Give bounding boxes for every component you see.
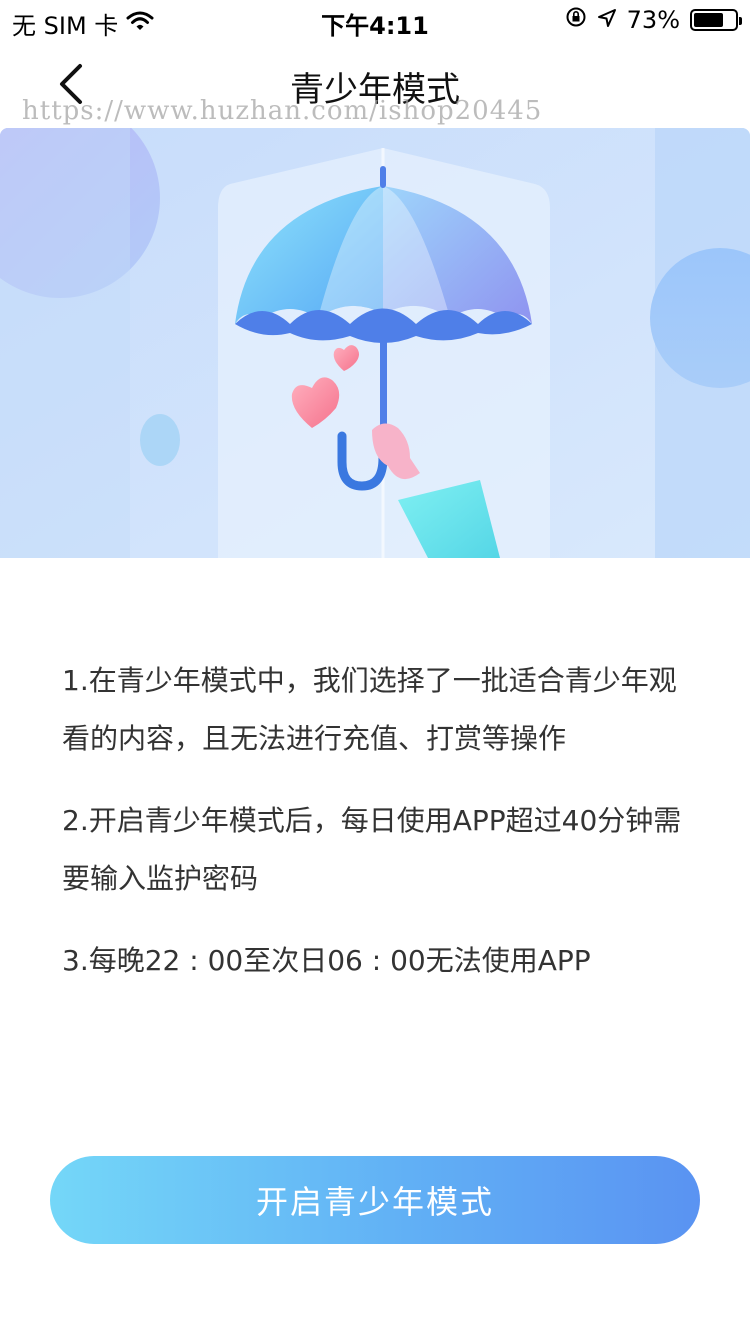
navigation-bar: 青少年模式 https://www.huzhan.com/ishop20445 — [0, 44, 750, 126]
enable-teen-mode-button[interactable]: 开启青少年模式 — [50, 1156, 700, 1244]
location-arrow-icon — [597, 6, 617, 34]
status-bar: 无 SIM 卡 下午4:11 73% — [0, 0, 750, 40]
rule-item: 1.在青少年模式中，我们选择了一批适合青少年观看的内容，且无法进行充值、打赏等操… — [62, 664, 677, 755]
battery-percent: 73% — [626, 6, 680, 34]
battery-icon — [690, 9, 742, 31]
orientation-lock-icon — [565, 6, 587, 34]
rules-list: 1.在青少年模式中，我们选择了一批适合青少年观看的内容，且无法进行充值、打赏等操… — [62, 652, 702, 1014]
umbrella-hearts-illustration — [0, 128, 750, 558]
banner-illustration — [0, 128, 750, 558]
watermark-text: https://www.huzhan.com/ishop20445 — [22, 96, 543, 126]
battery-fill — [694, 13, 724, 27]
teen-mode-screen: 无 SIM 卡 下午4:11 73% 青少年模式 https://www.huz… — [0, 0, 750, 1334]
rule-item: 2.开启青少年模式后，每日使用APP超过40分钟需要输入监护密码 — [62, 804, 682, 895]
rule-item: 3.每晚22 : 00至次日06 : 00无法使用APP — [62, 944, 591, 977]
status-right: 73% — [565, 6, 742, 34]
